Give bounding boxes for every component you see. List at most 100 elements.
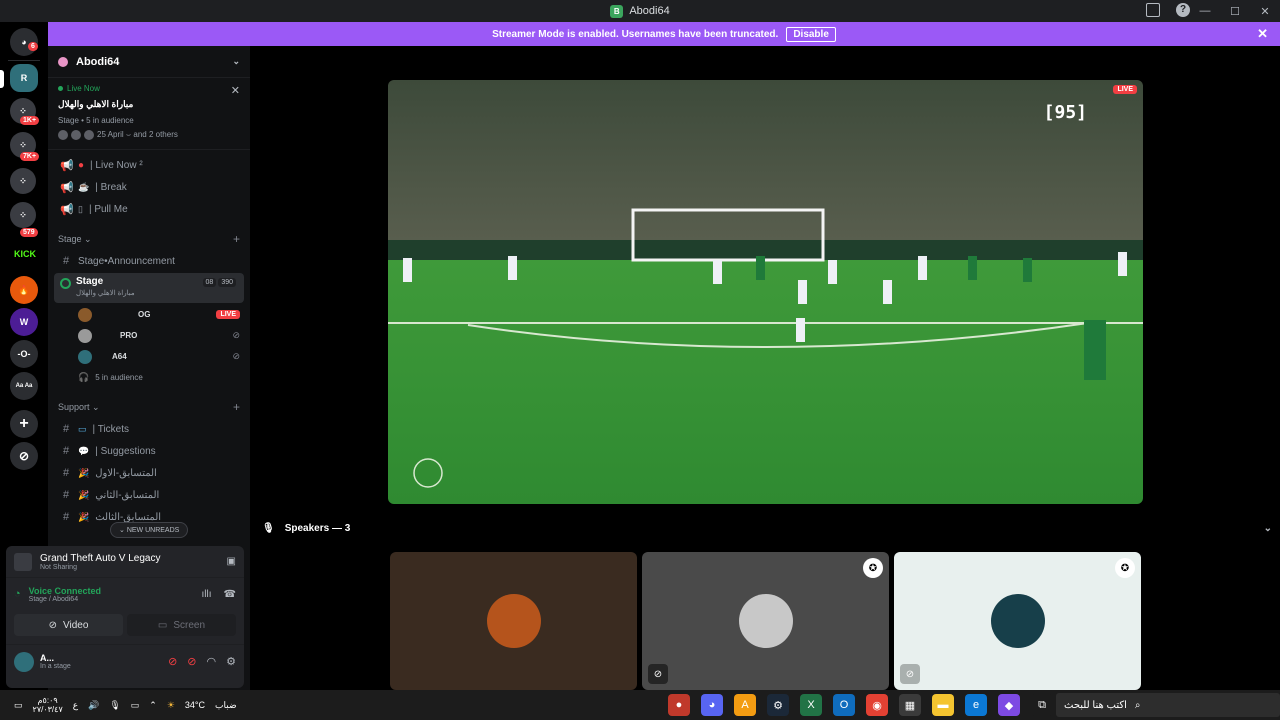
channel-label: | Pull Me [88,203,128,215]
screen-button[interactable]: ▭ Screen [127,614,236,636]
task-view-icon[interactable]: ⧉ [1031,694,1053,716]
camera-off-icon: ⊘ [48,619,57,631]
channel-stage-announcement[interactable]: # Stage•Announcement [48,250,250,272]
server-o-icon[interactable]: -O- [10,340,38,368]
mic-muted-icon[interactable]: ⊘ [187,655,196,668]
disable-button[interactable]: Disable [786,26,836,42]
live-stage-card[interactable]: ✕ Live Now مباراة الاهلي والهلال Stage •… [48,78,250,150]
share-screen-icon[interactable]: ▣ [227,556,236,567]
stage-member[interactable]: OG LIVE [48,304,250,325]
stage-member[interactable]: A64 ⊘ [48,346,250,367]
activity-row[interactable]: Grand Theft Auto V Legacy Not Sharing ▣ [6,546,244,578]
inbox-icon[interactable] [1146,3,1160,17]
outlook-icon[interactable]: O [833,694,855,716]
chevron-down-icon[interactable]: ⌄ [1264,523,1272,534]
guild-icon [58,56,68,67]
notification-icon[interactable]: ▭ [14,700,23,711]
audience-row[interactable]: 🎧 5 in audience [48,367,250,388]
speaker-tile[interactable]: ✪ ⊘ [894,552,1141,690]
camera-off-icon[interactable]: ⊘ [168,655,177,668]
channel-live-now[interactable]: 📢 ● | Live Now ² [48,154,250,176]
disconnect-icon[interactable]: ☎ [224,589,236,600]
channel-stage-selected[interactable]: Stage مباراة الاهلي والهلال 08 390 [54,273,244,303]
hash-icon: # [62,511,70,523]
new-unreads-label: NEW UNREADS [126,527,180,534]
clock[interactable]: ٥:٠٩م ٢٧/٠٣/٤٧ [33,696,63,714]
speakers-header[interactable]: 🎙 Speakers — 3 ⌄ [262,520,1272,536]
channel-suggestions[interactable]: # 💬 | Suggestions [48,440,250,462]
avatar [990,594,1045,648]
chrome-icon[interactable]: ◉ [866,694,888,716]
server-w-icon[interactable]: W [10,308,38,336]
video-button[interactable]: ⊘ Video [14,614,123,636]
channel-break[interactable]: 📢 ☕ | Break [48,176,250,198]
copilot-icon[interactable]: ◆ [998,694,1020,716]
noise-suppression-icon[interactable]: ıllı [202,589,212,600]
server-kick-icon[interactable]: KICK [10,244,40,264]
volume-icon[interactable]: 🔊 [88,700,99,711]
server-folder-icon[interactable]: ⁘ [10,202,36,228]
weather-icon: ☀ [166,699,175,710]
steam-icon[interactable]: ⚙ [767,694,789,716]
server-abodi64-icon[interactable]: R [10,64,38,92]
mic-icon[interactable]: 🎙 [109,700,120,711]
stage-counts: 08 390 [202,278,236,287]
chevron-up-icon[interactable]: ⌃ [149,700,157,711]
stage-member[interactable]: PRO ⊘ [48,325,250,346]
network-icon[interactable]: ▭ [131,700,140,711]
edge-icon[interactable]: e [965,694,987,716]
cup-icon: ☕ [78,181,90,192]
chevron-down-icon[interactable]: ⌄ [232,56,240,67]
avatar[interactable] [14,651,34,672]
hash-icon: # [62,489,70,501]
taskbar: ▭ ٥:٠٩م ٢٧/٠٣/٤٧ ع 🔊 🎙 ▭ ⌃ ☀ 34°C ضباب ●… [0,690,1280,720]
add-server-icon[interactable]: + [10,410,38,438]
category-label: Stage ⌄ [58,233,92,244]
headphones-icon[interactable]: ◠ [207,655,217,668]
stage-title: مباراة الاهلي والهلال [58,99,134,109]
speaker-tile[interactable]: ✪ ⊘ [642,552,889,690]
live-badge: LIVE [216,310,240,319]
title-bar: B Abodi64 ? — ☐ ✕ [0,0,1280,22]
guild-header[interactable]: Abodi64 ⌄ [48,46,250,78]
app-orange-icon[interactable]: A [734,694,756,716]
stream-video[interactable]: LIVE [95] [388,80,1143,504]
maximize-button[interactable]: ☐ [1220,5,1250,18]
server-folder-icon[interactable]: ⁘ [10,168,36,194]
discover-icon[interactable]: ⊘ [10,442,38,470]
gear-icon[interactable]: ⚙ [226,655,236,668]
ticket-icon: ▭ [78,423,87,434]
server-fire-icon[interactable]: 🔥 [10,276,38,304]
close-icon[interactable]: ✕ [231,84,240,97]
add-channel-icon[interactable]: + [233,232,240,246]
app-red-icon[interactable]: ● [668,694,690,716]
new-unreads-pill[interactable]: ⌄ NEW UNREADS [110,522,189,538]
speaker-tile[interactable] [390,552,637,690]
discord-app-icon[interactable]: ◕ [701,694,723,716]
channel-contestant-1[interactable]: # 🎉 المتسابق-الاول [48,462,250,484]
voice-location[interactable]: Stage / Abodi64 [29,596,101,603]
server-folder-icon[interactable]: Aa Aa [10,372,38,400]
speech-bubble-icon: 💬 [78,445,90,456]
channel-contestant-2[interactable]: # 🎉 المتسابق-الثاني [48,484,250,506]
channel-tickets[interactable]: # ▭ | Tickets [48,418,250,440]
add-channel-icon[interactable]: + [233,400,240,414]
megaphone-icon: 📢 [60,159,74,172]
category-support[interactable]: Support ⌄ + [48,396,250,418]
category-stage[interactable]: Stage ⌄ + [48,228,250,250]
avatar [78,349,92,364]
help-icon[interactable]: ? [1176,3,1190,17]
category-label: Support ⌄ [58,401,100,412]
broadcast-logo: [95] [1043,102,1087,123]
folder-icon[interactable]: ▬ [932,694,954,716]
temperature: 34°C [184,700,206,710]
language-icon[interactable]: ع [73,700,78,711]
minimize-button[interactable]: — [1190,5,1220,17]
channel-pull-me[interactable]: 📢 ▯ | Pull Me [48,198,250,220]
store-icon[interactable]: ▦ [899,694,921,716]
close-icon[interactable]: ✕ [1257,26,1268,42]
close-window-button[interactable]: ✕ [1250,5,1280,18]
taskbar-search[interactable]: ⌕ اكتب هنا للبحث [1056,693,1280,717]
excel-icon[interactable]: X [800,694,822,716]
megaphone-icon: 📢 [60,203,74,216]
